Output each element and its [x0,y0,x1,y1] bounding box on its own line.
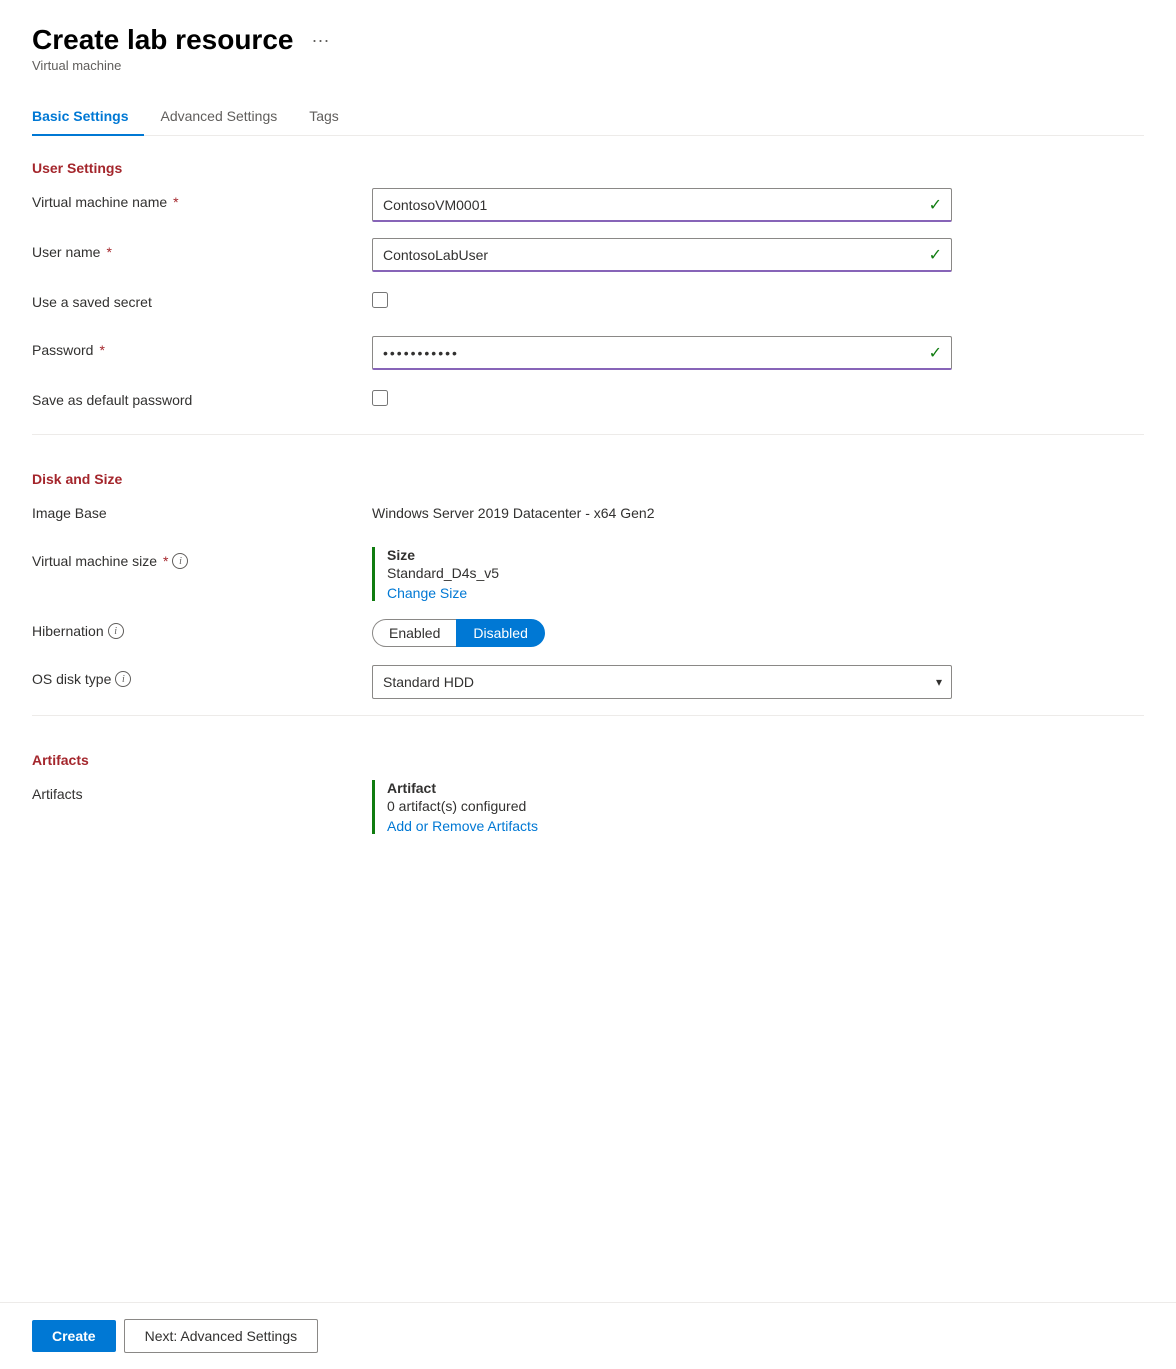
image-base-label: Image Base [32,499,372,521]
vm-name-check-icon: ✓ [929,195,942,215]
use-saved-secret-row: Use a saved secret [32,288,1144,320]
tab-tags[interactable]: Tags [309,98,355,136]
use-saved-secret-label: Use a saved secret [32,288,372,310]
artifacts-field-label: Artifacts [32,780,372,802]
vm-size-row: Virtual machine size * i Size Standard_D… [32,547,1144,601]
hibernation-info-icon[interactable]: i [108,623,124,639]
password-label: Password * [32,336,372,358]
hibernation-row: Hibernation i Enabled Disabled [32,617,1144,649]
user-settings-section-label: User Settings [32,160,1144,176]
change-size-link[interactable]: Change Size [387,585,467,601]
use-saved-secret-checkbox[interactable] [372,292,388,308]
hibernation-disabled-btn[interactable]: Disabled [456,619,544,647]
hibernation-control: Enabled Disabled [372,617,952,649]
image-base-value: Windows Server 2019 Datacenter - x64 Gen… [372,499,952,521]
image-base-control: Windows Server 2019 Datacenter - x64 Gen… [372,499,952,521]
password-row: Password * ✓ [32,336,1144,370]
add-remove-artifacts-link[interactable]: Add or Remove Artifacts [387,818,538,834]
page-subtitle: Virtual machine [32,58,1144,73]
username-input[interactable] [372,238,952,272]
os-disk-type-control: Standard HDD Standard SSD Premium SSD ▾ [372,665,952,699]
save-default-password-checkbox[interactable] [372,390,388,406]
save-default-password-row: Save as default password [32,386,1144,418]
save-default-password-control [372,386,952,406]
vm-size-label: Virtual machine size * i [32,547,372,569]
more-options-icon[interactable]: ··· [311,30,329,51]
page-title: Create lab resource [32,24,293,56]
username-check-icon: ✓ [929,245,942,265]
password-check-icon: ✓ [929,343,942,363]
username-label: User name * [32,238,372,260]
vm-size-value: Standard_D4s_v5 [387,565,952,581]
vm-size-info-icon[interactable]: i [172,553,188,569]
os-disk-type-select[interactable]: Standard HDD Standard SSD Premium SSD [372,665,952,699]
password-control: ✓ [372,336,952,370]
os-disk-type-row: OS disk type i Standard HDD Standard SSD… [32,665,1144,699]
vm-name-label: Virtual machine name * [32,188,372,210]
username-row: User name * ✓ [32,238,1144,272]
next-advanced-settings-button[interactable]: Next: Advanced Settings [124,1319,319,1353]
vm-name-input[interactable] [372,188,952,222]
footer: Create Next: Advanced Settings [0,1302,1176,1369]
artifacts-section-label: Artifacts [32,752,1144,768]
hibernation-enabled-btn[interactable]: Enabled [372,619,456,647]
os-disk-type-info-icon[interactable]: i [115,671,131,687]
save-default-password-label: Save as default password [32,386,372,408]
password-input[interactable] [372,336,952,370]
vm-name-row: Virtual machine name * ✓ [32,188,1144,222]
artifact-count: 0 artifact(s) configured [387,798,952,814]
hibernation-toggle-group: Enabled Disabled [372,617,952,649]
vm-size-block-title: Size [387,547,952,563]
username-control: ✓ [372,238,952,272]
vm-name-control: ✓ [372,188,952,222]
artifacts-row: Artifacts Artifact 0 artifact(s) configu… [32,780,1144,834]
hibernation-label: Hibernation i [32,617,372,639]
disk-size-section-label: Disk and Size [32,471,1144,487]
tab-advanced-settings[interactable]: Advanced Settings [160,98,293,136]
os-disk-type-label: OS disk type i [32,665,372,687]
tab-basic-settings[interactable]: Basic Settings [32,98,144,136]
tabs-bar: Basic Settings Advanced Settings Tags [32,97,1144,136]
vm-size-control: Size Standard_D4s_v5 Change Size [372,547,952,601]
page-header: Create lab resource ··· Virtual machine [32,24,1144,73]
image-base-row: Image Base Windows Server 2019 Datacente… [32,499,1144,531]
create-button[interactable]: Create [32,1320,116,1352]
artifact-block-title: Artifact [387,780,952,796]
artifacts-control: Artifact 0 artifact(s) configured Add or… [372,780,952,834]
use-saved-secret-control [372,288,952,308]
